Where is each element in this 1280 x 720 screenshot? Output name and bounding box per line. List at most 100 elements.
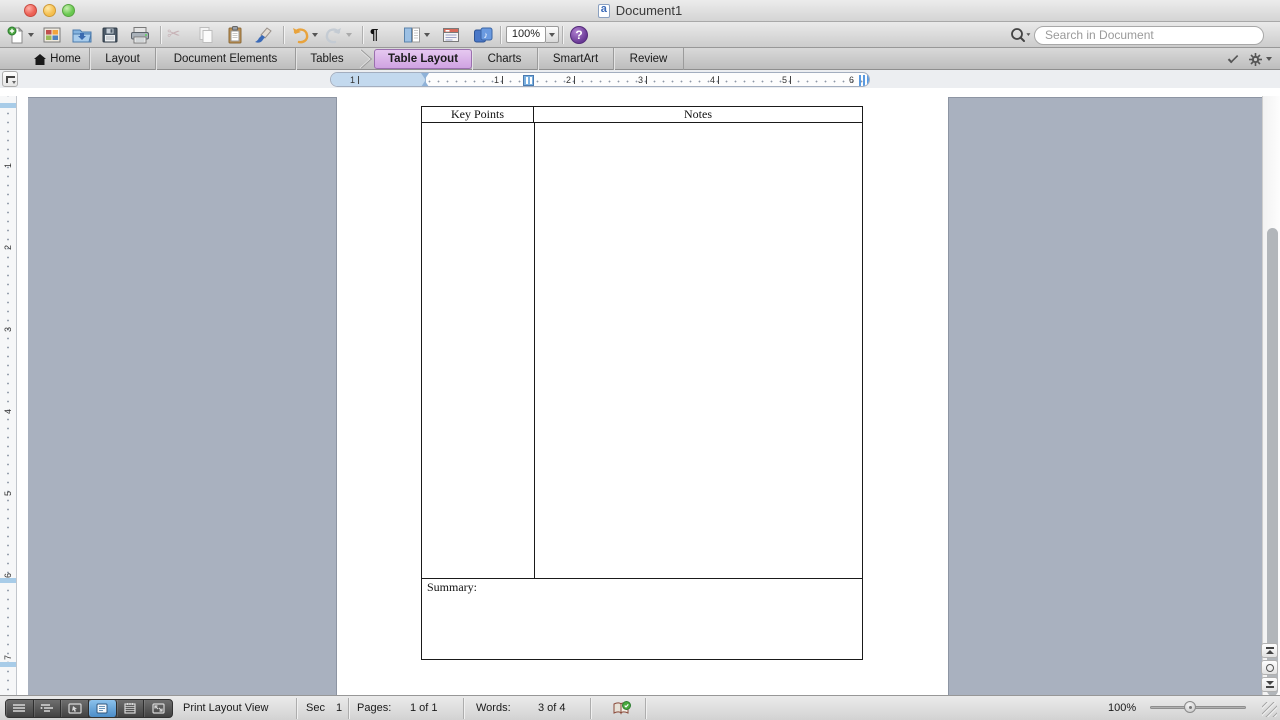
indent-markers[interactable] <box>421 73 430 87</box>
window-resize-grip[interactable] <box>1262 702 1277 717</box>
print-button[interactable] <box>129 24 151 46</box>
browse-object-icon <box>1266 664 1274 672</box>
outline-view-button[interactable] <box>34 700 62 717</box>
collapse-ribbon-icon[interactable] <box>1228 52 1238 62</box>
vertical-scrollbar[interactable] <box>1262 96 1280 695</box>
pasteboard <box>948 97 1262 695</box>
show-paragraph-marks-button[interactable]: ¶ <box>370 24 378 46</box>
cornell-notes-table: Key Points Notes Summary: <box>421 106 863 660</box>
key-points-header-cell[interactable]: Key Points <box>422 107 534 122</box>
left-margin-zone <box>331 73 426 87</box>
table-row-marker[interactable] <box>0 103 16 108</box>
help-button[interactable]: ? <box>570 24 588 46</box>
tab-layout[interactable]: Layout <box>90 48 156 70</box>
zoom-slider[interactable] <box>1150 706 1246 709</box>
zoom-slider-knob[interactable] <box>1184 701 1196 713</box>
view-switcher <box>5 699 173 718</box>
zoom-select[interactable]: 100% <box>506 26 546 43</box>
cut-scissors-icon: ✂ <box>167 25 180 45</box>
tab-review[interactable]: Review <box>614 48 684 70</box>
format-painter-brush-icon <box>252 25 274 45</box>
copy-icon <box>196 25 216 45</box>
print-icon <box>129 25 151 45</box>
table-column-divider[interactable] <box>534 123 535 578</box>
pasteboard <box>28 97 337 695</box>
save-button[interactable] <box>100 24 120 46</box>
tab-table-layout[interactable]: Table Layout <box>374 49 472 69</box>
next-page-button[interactable] <box>1261 677 1278 692</box>
table-row-marker[interactable] <box>0 662 16 667</box>
gear-icon <box>1248 52 1263 67</box>
toolbar-separator <box>362 26 363 44</box>
ruler-label: 5 <box>782 74 787 86</box>
notes-header-cell[interactable]: Notes <box>534 107 862 122</box>
undo-dropdown-arrow[interactable] <box>312 33 318 37</box>
media-browser-button[interactable]: ♪ <box>472 24 494 46</box>
table-header-row: Key Points Notes <box>422 107 862 123</box>
home-icon <box>34 54 46 65</box>
ruler-label: 1 <box>3 158 13 168</box>
view-mode-label[interactable]: Print Layout View <box>183 702 268 714</box>
contextual-tab-arrow-icon <box>358 48 374 70</box>
publishing-layout-view-button[interactable] <box>61 700 89 717</box>
print-layout-view-button[interactable] <box>89 700 117 717</box>
pages-value[interactable]: 1 of 1 <box>410 702 438 714</box>
ruler-label: 6 <box>849 74 854 86</box>
toolbar-separator <box>160 26 161 44</box>
tab-document-elements[interactable]: Document Elements <box>156 48 296 70</box>
columns-button[interactable] <box>402 24 430 46</box>
table-column-marker[interactable] <box>523 75 534 86</box>
table-row-marker[interactable] <box>0 578 16 583</box>
right-margin-marker[interactable] <box>859 75 870 86</box>
undo-button[interactable] <box>290 24 318 46</box>
words-value[interactable]: 3 of 4 <box>538 702 566 714</box>
document-page[interactable]: Key Points Notes Summary: <box>337 97 948 695</box>
table-body-row[interactable] <box>422 123 862 579</box>
help-icon: ? <box>570 26 588 44</box>
copy-button[interactable] <box>196 24 216 46</box>
fields-button[interactable] <box>441 24 461 46</box>
titlebar: Document1 <box>0 0 1280 22</box>
zoom-select-dropdown[interactable] <box>546 26 559 43</box>
paste-clipboard-icon <box>225 25 245 45</box>
tab-charts[interactable]: Charts <box>472 48 538 70</box>
notebook-layout-view-button[interactable] <box>117 700 145 717</box>
tab-home[interactable]: Home <box>26 48 90 70</box>
ribbon-tab-bar: Home Layout Document Elements Tables Tab… <box>0 48 1280 70</box>
ruler-label: 7 <box>3 650 13 660</box>
search-input[interactable] <box>1034 26 1264 45</box>
new-document-dropdown-arrow[interactable] <box>28 33 34 37</box>
ribbon-settings-button[interactable] <box>1248 52 1272 67</box>
spelling-status-button[interactable] <box>612 701 632 715</box>
horizontal-ruler[interactable]: 1 1 2 3 4 5 6 <box>330 72 870 87</box>
paste-button[interactable] <box>225 24 245 46</box>
vertical-ruler[interactable]: 1 2 3 4 5 6 7 <box>0 96 17 695</box>
previous-page-button[interactable] <box>1261 643 1278 658</box>
ruler-label: 3 <box>3 322 13 332</box>
ruler-label: 1 <box>494 74 499 86</box>
draft-view-button[interactable] <box>6 700 34 717</box>
summary-cell[interactable]: Summary: <box>422 579 862 658</box>
first-line-indent-marker[interactable] <box>421 73 429 79</box>
cut-button[interactable]: ✂ <box>167 24 180 46</box>
open-button[interactable] <box>71 24 93 46</box>
columns-dropdown-arrow[interactable] <box>424 33 430 37</box>
section-label: Sec <box>306 702 325 714</box>
standard-toolbar: ✂ <box>0 22 1280 48</box>
search-icon[interactable] <box>1008 26 1034 44</box>
scrollbar-thumb[interactable] <box>1267 228 1278 696</box>
tab-stop-selector[interactable] <box>2 71 18 87</box>
tab-tables[interactable]: Tables <box>296 48 358 70</box>
statusbar-separator <box>645 698 646 719</box>
full-screen-view-button[interactable] <box>144 700 172 717</box>
document-viewport: 1 2 3 4 5 6 7 Key Points Notes Summary: <box>0 88 1280 695</box>
new-document-button[interactable] <box>6 24 34 46</box>
hanging-indent-marker[interactable] <box>421 81 429 87</box>
tab-smartart[interactable]: SmartArt <box>538 48 614 70</box>
select-browse-object-button[interactable] <box>1261 660 1278 675</box>
format-painter-button[interactable] <box>252 24 274 46</box>
redo-button[interactable] <box>324 24 352 46</box>
document-gallery-button[interactable] <box>42 24 62 46</box>
window-title: Document1 <box>616 3 682 18</box>
ruler-label: 6 <box>3 568 13 578</box>
